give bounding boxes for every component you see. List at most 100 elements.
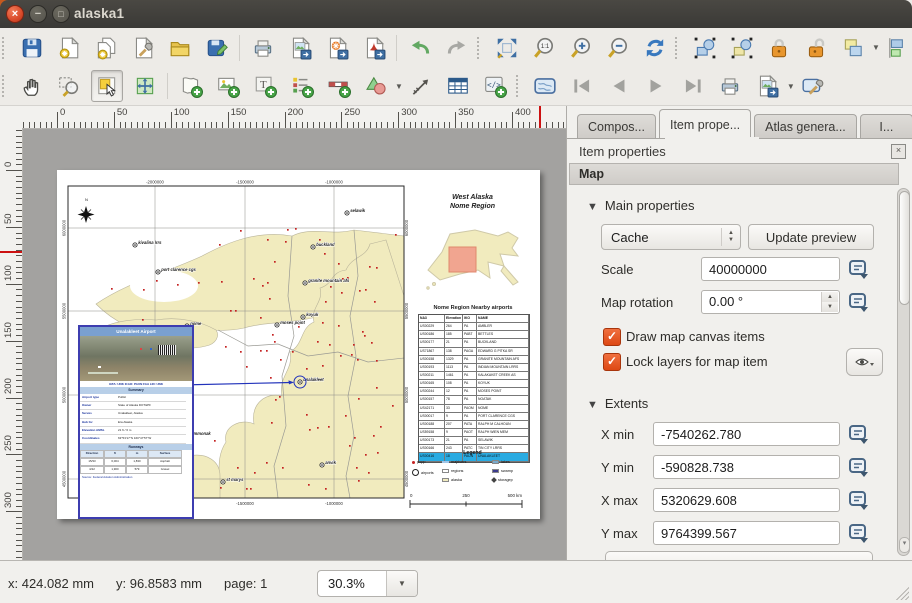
save-project-button[interactable] xyxy=(17,33,47,63)
html-frame-item[interactable]: Unalakleet Airport IATA: UNK ICAO: PAUN … xyxy=(78,325,194,519)
raise-items-button[interactable] xyxy=(838,33,868,63)
refresh-view-button[interactable] xyxy=(640,33,670,63)
minimize-window-icon[interactable]: − xyxy=(29,5,47,23)
composition-canvas[interactable]: Nkivalina lrrsselawikbucklandport claren… xyxy=(22,128,566,560)
group-items-button[interactable] xyxy=(690,33,720,63)
data-defined-rotation-icon[interactable] xyxy=(847,291,871,314)
zoom-in-button[interactable] xyxy=(566,33,596,63)
layer-visibility-eye-button[interactable] xyxy=(846,348,883,376)
expsvg-icon xyxy=(325,36,349,60)
toolbar-drag-handle[interactable] xyxy=(2,37,11,59)
zoom-actual-size-button[interactable]: 1:1 xyxy=(529,33,559,63)
atlas-first-feature-button[interactable] xyxy=(567,71,597,101)
tab-atlasgenera[interactable]: Atlas genera... xyxy=(754,114,857,139)
group-main-properties[interactable]: ▼Main properties xyxy=(587,198,695,213)
spin-arrows-icon[interactable]: ▲▼ xyxy=(821,292,838,312)
map-title-label[interactable]: West Alaska Nome Region xyxy=(420,193,525,212)
tab-compos[interactable]: Compos... xyxy=(577,114,656,139)
extent-input-xmax[interactable] xyxy=(653,488,840,512)
addtable-icon xyxy=(446,74,470,98)
new-composer-button[interactable] xyxy=(54,33,84,63)
add-scalebar-button[interactable] xyxy=(324,71,354,101)
zoom-tool-button[interactable] xyxy=(54,71,84,101)
add-legend-button[interactable] xyxy=(287,71,317,101)
data-defined-extent-icon[interactable] xyxy=(847,456,871,479)
legend-item[interactable]: Legend poppairportsmajriversregionsalask… xyxy=(410,450,535,495)
unlock-items-button[interactable] xyxy=(801,33,831,63)
data-defined-extent-icon[interactable] xyxy=(847,522,871,545)
panel-close-icon[interactable]: × xyxy=(891,144,906,159)
titlebar[interactable]: × − □ alaska1 xyxy=(0,0,912,28)
data-defined-extent-icon[interactable] xyxy=(847,423,871,446)
update-preview-button[interactable]: Update preview xyxy=(748,224,874,250)
map-rotation-spinbox[interactable]: 0.00 ° ▲▼ xyxy=(701,290,840,314)
undo-button[interactable] xyxy=(405,33,435,63)
export-atlas-button[interactable] xyxy=(752,71,782,101)
window-resize-grip[interactable] xyxy=(893,584,909,600)
extent-input-xmin[interactable] xyxy=(653,422,840,446)
redo-button[interactable] xyxy=(442,33,472,63)
duplicate-composer-button[interactable] xyxy=(91,33,121,63)
composer-manager-button[interactable] xyxy=(128,33,158,63)
add-shape-button[interactable] xyxy=(361,71,391,101)
draw-map-canvas-items-checkbox[interactable]: ✓ xyxy=(603,328,621,346)
add-new-map-button[interactable] xyxy=(176,71,206,101)
lock-items-button[interactable] xyxy=(764,33,794,63)
toolbar-drag-handle[interactable] xyxy=(2,75,11,97)
export-as-svg-button[interactable] xyxy=(322,33,352,63)
zoom-level-select[interactable]: 30.3% ▼ xyxy=(317,570,418,597)
atlas-next-feature-button[interactable] xyxy=(641,71,671,101)
atlas-settings-button[interactable] xyxy=(798,71,828,101)
add-image-button[interactable] xyxy=(213,71,243,101)
dropdown-arrow-icon[interactable]: ▼ xyxy=(395,82,403,91)
align-items-button[interactable] xyxy=(883,33,912,63)
extent-input-ymin[interactable] xyxy=(653,455,840,479)
ungroup-items-button[interactable] xyxy=(727,33,757,63)
atlas-previous-feature-button[interactable] xyxy=(604,71,634,101)
toolbar-drag-handle[interactable] xyxy=(516,75,525,97)
tab-itemprope[interactable]: Item prope... xyxy=(659,109,751,139)
add-html-frame-button[interactable]: </> xyxy=(480,71,510,101)
export-as-image-button[interactable] xyxy=(285,33,315,63)
add-arrow-button[interactable] xyxy=(406,71,436,101)
save-as-template-button[interactable] xyxy=(202,33,232,63)
chevron-down-icon[interactable]: ▼ xyxy=(386,571,417,596)
airport-photo xyxy=(80,336,192,381)
scale-input[interactable] xyxy=(701,257,840,281)
zoom-out-button[interactable] xyxy=(603,33,633,63)
panel-scrollbar[interactable]: ▾ xyxy=(897,188,910,556)
toolbar-drag-handle[interactable] xyxy=(477,37,486,59)
lock-layers-checkbox[interactable]: ✓ xyxy=(603,353,621,371)
extent-input-ymax[interactable] xyxy=(653,521,840,545)
tab-i[interactable]: I... xyxy=(860,114,912,139)
scrollbar-down-icon[interactable]: ▾ xyxy=(899,537,910,553)
toolbar-drag-handle[interactable] xyxy=(675,37,684,59)
export-as-pdf-button[interactable] xyxy=(359,33,389,63)
data-defined-extent-icon[interactable] xyxy=(847,489,871,512)
cache-mode-select[interactable]: Cache ▲▼ xyxy=(601,224,741,250)
close-window-icon[interactable]: × xyxy=(6,5,24,23)
atlas-last-feature-button[interactable] xyxy=(678,71,708,101)
pan-icon xyxy=(20,74,44,98)
add-label-button[interactable]: T xyxy=(250,71,280,101)
group-extents[interactable]: ▼Extents xyxy=(587,396,648,411)
overview-map-item[interactable] xyxy=(420,222,525,302)
add-attribute-table-button[interactable] xyxy=(443,71,473,101)
print-button[interactable] xyxy=(248,33,278,63)
move-item-content-button[interactable] xyxy=(130,71,160,101)
print-atlas-button[interactable] xyxy=(715,71,745,101)
load-from-template-button[interactable] xyxy=(165,33,195,63)
dropdown-arrow-icon[interactable]: ▼ xyxy=(787,82,795,91)
exppdf-icon xyxy=(362,36,386,60)
zoom-full-button[interactable] xyxy=(492,33,522,63)
select-move-item-button[interactable] xyxy=(91,70,123,102)
airports-attribute-table[interactable]: NA3ElevationIKONAMEUS00229264PAAMBLERUS0… xyxy=(418,314,530,463)
composition-page[interactable]: Nkivalina lrrsselawikbucklandport claren… xyxy=(57,170,540,519)
atlas-preview-button[interactable] xyxy=(530,71,560,101)
data-defined-scale-icon[interactable] xyxy=(847,258,871,281)
pan-tool-button[interactable] xyxy=(17,71,47,101)
scrollbar-handle[interactable] xyxy=(899,191,910,305)
scalebar-item[interactable]: 0250500 km xyxy=(410,493,522,508)
dropdown-arrow-icon[interactable]: ▼ xyxy=(872,43,880,52)
maximize-window-icon[interactable]: □ xyxy=(52,5,70,23)
